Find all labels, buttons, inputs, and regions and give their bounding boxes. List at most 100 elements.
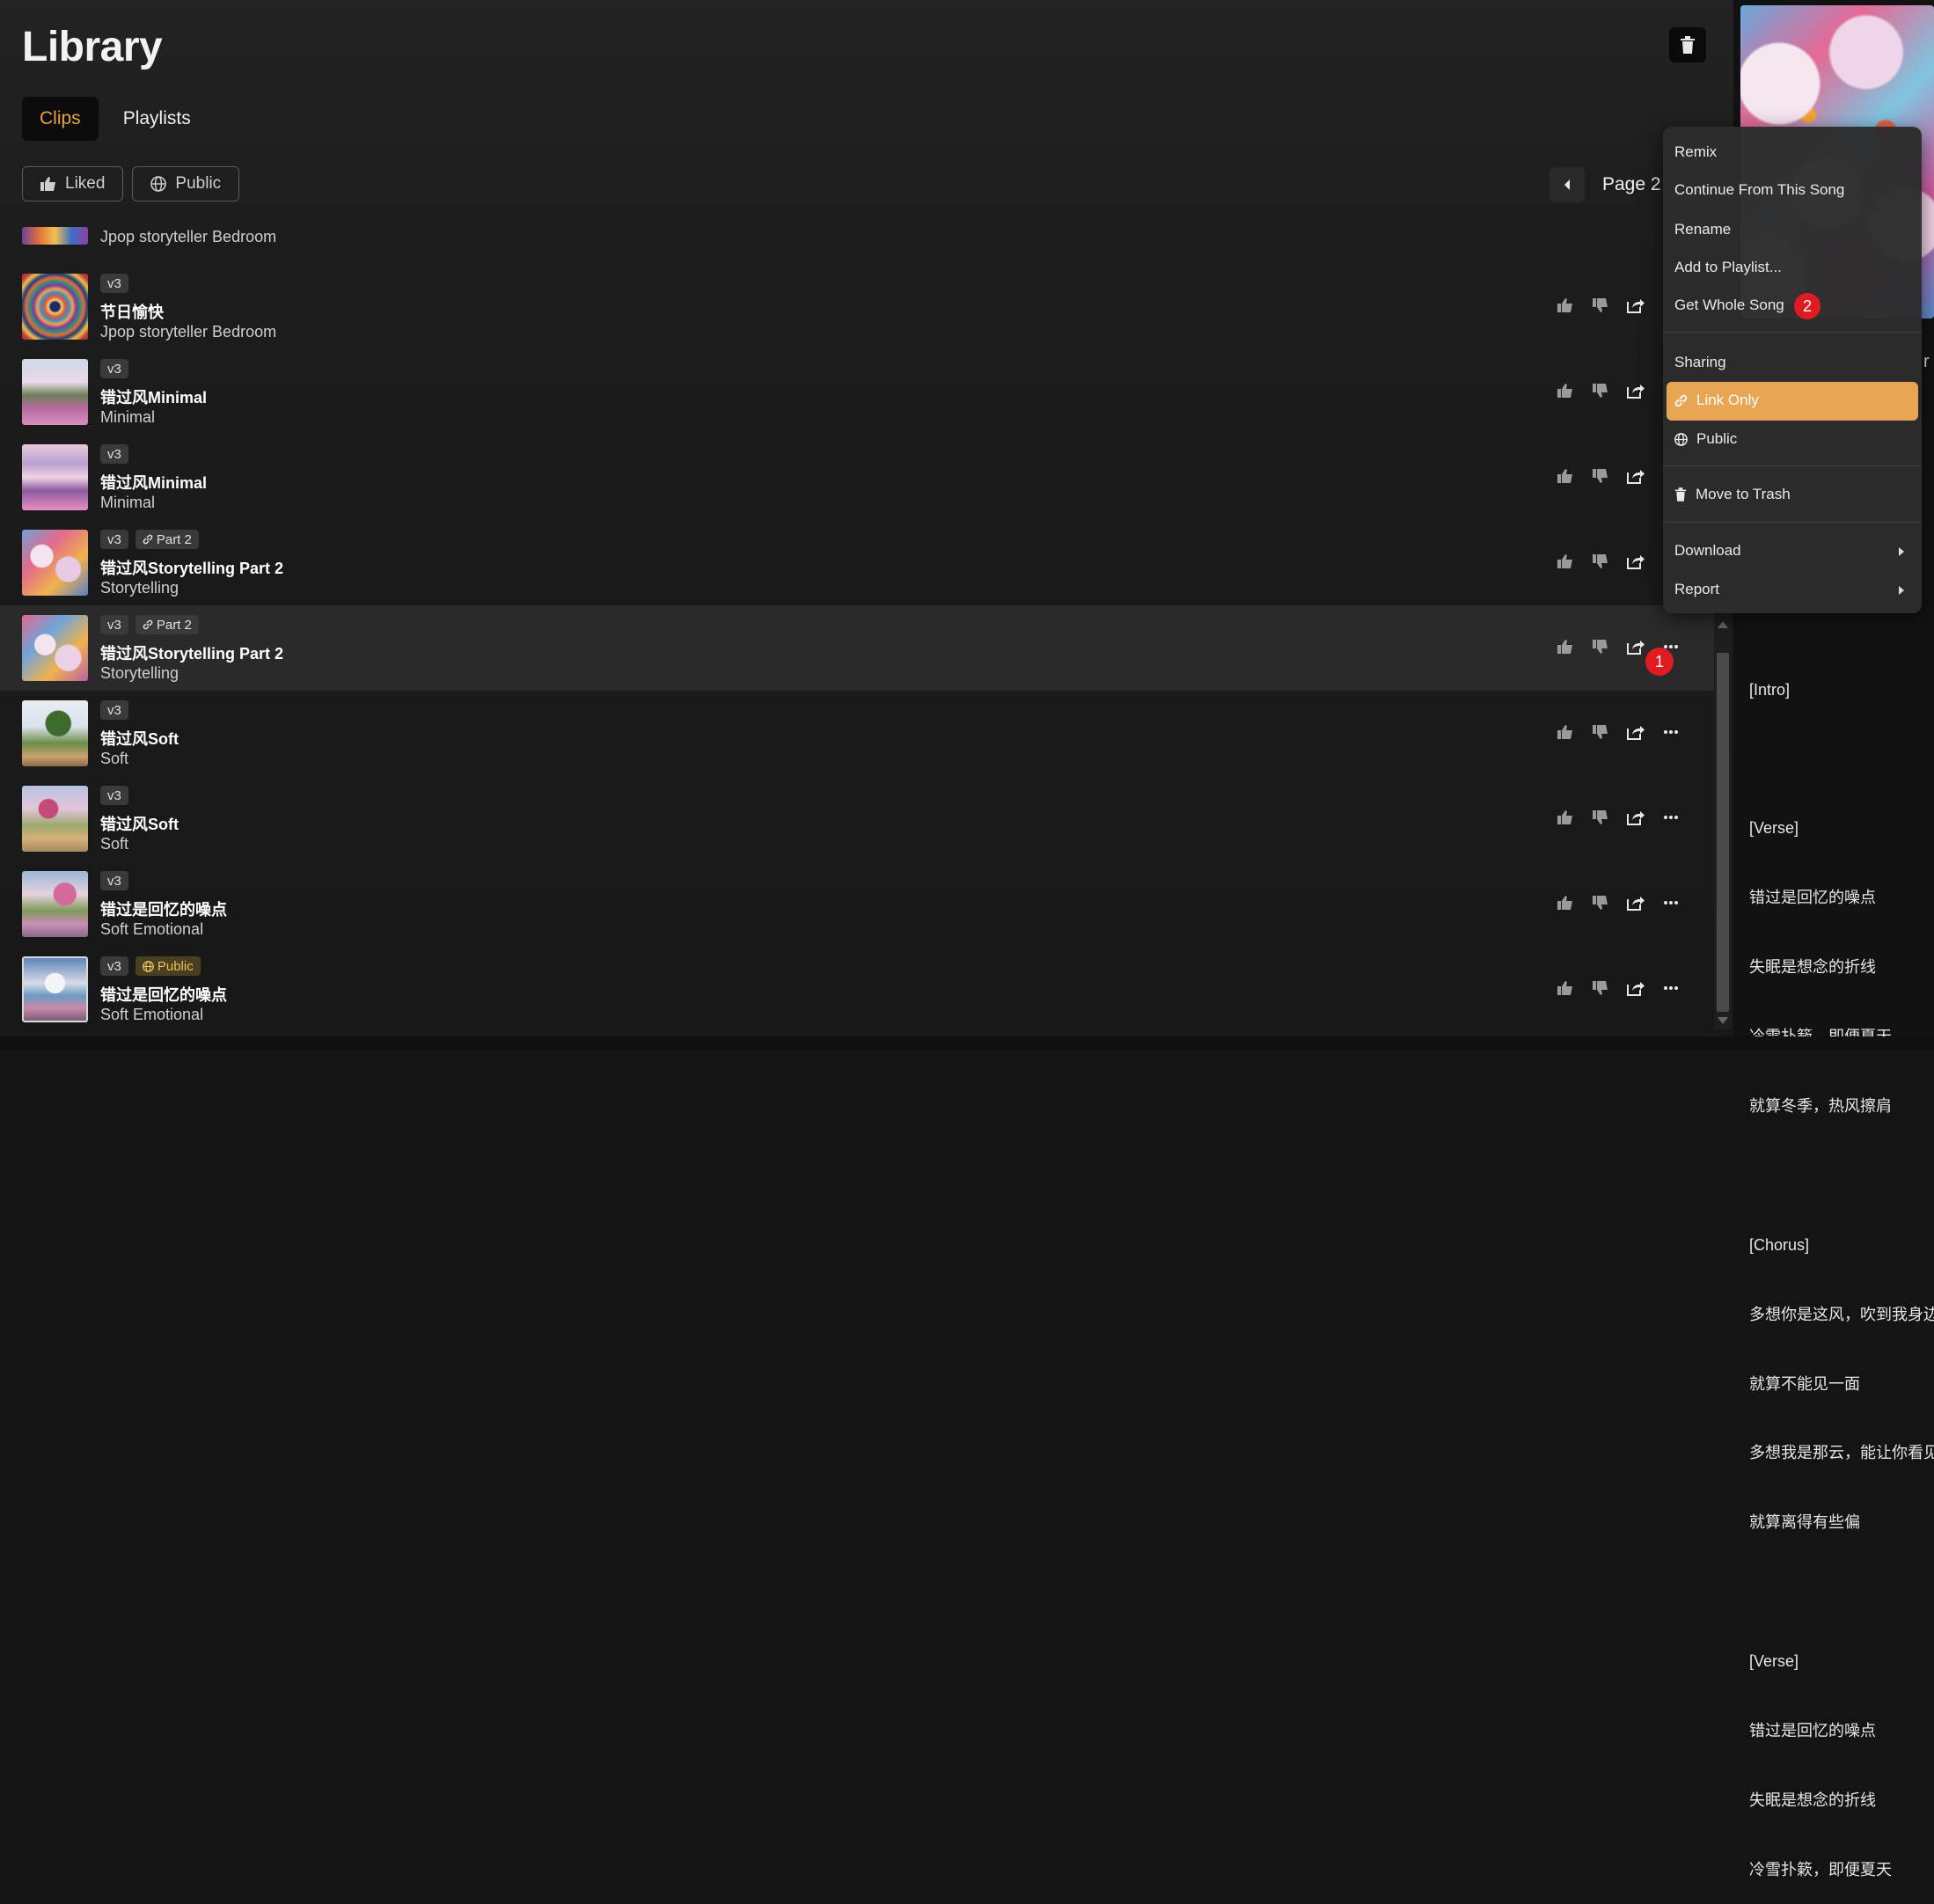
trash-icon <box>1674 487 1687 502</box>
page-title: Library <box>22 24 163 70</box>
trash-icon <box>1681 36 1695 54</box>
share-icon[interactable] <box>1626 552 1645 571</box>
share-icon[interactable] <box>1626 296 1645 315</box>
more-options-icon[interactable] <box>1661 722 1681 742</box>
menu-divider <box>1663 332 1922 333</box>
version-badge: v3 <box>100 530 128 549</box>
trash-button[interactable] <box>1669 27 1706 62</box>
thumbs-up-icon <box>40 177 55 191</box>
thumbs-up-icon[interactable] <box>1556 722 1575 742</box>
thumbs-up-icon[interactable] <box>1556 381 1575 400</box>
list-item[interactable]: v3 错过风Minimal Minimal <box>0 435 1714 520</box>
thumbs-down-icon[interactable] <box>1591 893 1610 912</box>
liked-filter-button[interactable]: Liked <box>22 166 124 201</box>
share-icon[interactable] <box>1626 893 1645 912</box>
thumbs-up-icon[interactable] <box>1556 466 1575 486</box>
clip-title[interactable]: 错过风Storytelling Part 2 <box>100 641 283 664</box>
clip-title[interactable]: 错过风Minimal <box>100 471 207 494</box>
list-item[interactable]: v3 Part 2 错过风Storytelling Part 2 Storyte… <box>0 520 1714 605</box>
share-icon[interactable] <box>1626 722 1645 742</box>
menu-item-report[interactable]: Report <box>1674 581 1719 598</box>
clip-title[interactable]: 节日愉快 <box>100 300 164 323</box>
thumbs-up-icon[interactable] <box>1556 808 1575 827</box>
list-item[interactable]: v3 错过风Soft Soft <box>0 691 1714 776</box>
menu-divider <box>1663 465 1922 466</box>
thumbs-up-icon[interactable] <box>1556 296 1575 315</box>
clip-title[interactable]: 错过是回忆的噪点 <box>100 897 227 920</box>
tab-clips[interactable]: Clips <box>22 97 99 141</box>
link-icon <box>143 619 153 630</box>
list-item[interactable]: v3 错过是回忆的噪点 Soft Emotional <box>0 861 1714 947</box>
scroll-up-arrow-icon[interactable] <box>1718 621 1728 628</box>
menu-item-remix[interactable]: Remix <box>1674 143 1717 161</box>
menu-item-continue[interactable]: Continue From This Song <box>1674 181 1844 199</box>
list-item[interactable]: v3 节日愉快 Jpop storyteller Bedroom <box>0 264 1714 349</box>
clip-style: Soft Emotional <box>100 1006 204 1023</box>
version-badge: v3 <box>100 274 128 293</box>
lyric-line <box>1749 747 1934 770</box>
menu-item-rename[interactable]: Rename <box>1674 221 1731 238</box>
menu-item-add-to-playlist[interactable]: Add to Playlist... <box>1674 259 1782 276</box>
clip-thumbnail <box>22 956 88 1022</box>
more-options-icon[interactable] <box>1661 978 1681 998</box>
list-item[interactable]: v3 Public 错过是回忆的噪点 Soft Emotional <box>0 947 1714 1032</box>
link-icon <box>143 534 153 545</box>
clip-thumbnail <box>22 871 88 937</box>
caret-left-icon <box>1564 179 1570 190</box>
clip-title[interactable]: 错过风Soft <box>100 812 179 835</box>
thumbs-up-icon[interactable] <box>1556 978 1575 998</box>
thumbs-down-icon[interactable] <box>1591 978 1610 998</box>
prev-page-button[interactable] <box>1549 167 1585 202</box>
menu-item-public[interactable]: Public <box>1674 430 1737 448</box>
thumbs-down-icon[interactable] <box>1591 466 1610 486</box>
clip-title[interactable]: 错过风Minimal <box>100 385 207 408</box>
version-badge: v3 <box>100 615 128 634</box>
globe-icon <box>142 960 154 972</box>
scroll-down-arrow-icon[interactable] <box>1718 1017 1728 1024</box>
thumbs-down-icon[interactable] <box>1591 296 1610 315</box>
thumbs-down-icon[interactable] <box>1591 552 1610 571</box>
thumbs-up-icon[interactable] <box>1556 637 1575 656</box>
more-options-icon[interactable] <box>1661 808 1681 827</box>
thumbs-up-icon[interactable] <box>1556 552 1575 571</box>
share-icon[interactable] <box>1626 466 1645 486</box>
thumbs-down-icon[interactable] <box>1591 381 1610 400</box>
menu-item-link-only[interactable]: Link Only <box>1674 392 1759 409</box>
clip-title[interactable]: 错过风Storytelling Part 2 <box>100 556 283 579</box>
clip-thumbnail <box>22 786 88 852</box>
list-item[interactable]: v3 Part 2 错过风Storytelling Part 2 Storyte… <box>0 605 1714 691</box>
share-icon[interactable] <box>1626 381 1645 400</box>
lyrics-text: [Intro] [Verse] 错过是回忆的噪点 失眠是想念的折线 冷雪扑簌，即… <box>1749 632 1934 1904</box>
clip-thumbnail <box>22 615 88 681</box>
thumbs-down-icon[interactable] <box>1591 808 1610 827</box>
clip-title[interactable]: 错过是回忆的噪点 <box>100 983 227 1006</box>
list-item[interactable]: v3 错过风Minimal Minimal <box>0 349 1714 435</box>
scrollbar-thumb[interactable] <box>1717 653 1729 1012</box>
thumbs-up-icon[interactable] <box>1556 893 1575 912</box>
clip-style: Jpop storyteller Bedroom <box>100 228 277 245</box>
part-badge: Part 2 <box>135 615 199 634</box>
list-item[interactable]: v3 错过风Soft Soft <box>0 776 1714 861</box>
tab-playlists[interactable]: Playlists <box>106 97 209 141</box>
lyric-line: 失眠是想念的折线 <box>1749 958 1876 977</box>
menu-item-move-to-trash[interactable]: Move to Trash <box>1674 486 1791 503</box>
share-icon[interactable] <box>1626 808 1645 827</box>
menu-item-get-whole-song[interactable]: Get Whole Song <box>1674 297 1784 314</box>
annotation-marker-1: 1 <box>1645 648 1674 676</box>
list-item[interactable]: Jpop storyteller Bedroom <box>0 220 1714 246</box>
thumbs-down-icon[interactable] <box>1591 637 1610 656</box>
lyric-line: [Intro] <box>1749 680 1791 699</box>
lyric-line: 多想我是那云，能让你看见 <box>1749 1444 1934 1462</box>
lyric-line: 错过是回忆的噪点 <box>1749 1721 1876 1739</box>
clip-style: Soft <box>100 835 129 853</box>
lyric-line <box>1749 1580 1934 1603</box>
share-icon[interactable] <box>1626 978 1645 998</box>
clip-title[interactable]: 错过风Soft <box>100 727 179 750</box>
thumbs-down-icon[interactable] <box>1591 722 1610 742</box>
more-options-icon[interactable] <box>1661 893 1681 912</box>
share-icon[interactable] <box>1626 637 1645 656</box>
version-badge: v3 <box>100 700 128 720</box>
public-filter-button[interactable]: Public <box>132 166 240 201</box>
menu-item-download[interactable]: Download <box>1674 542 1741 560</box>
lyric-line: [Chorus] <box>1749 1235 1810 1254</box>
